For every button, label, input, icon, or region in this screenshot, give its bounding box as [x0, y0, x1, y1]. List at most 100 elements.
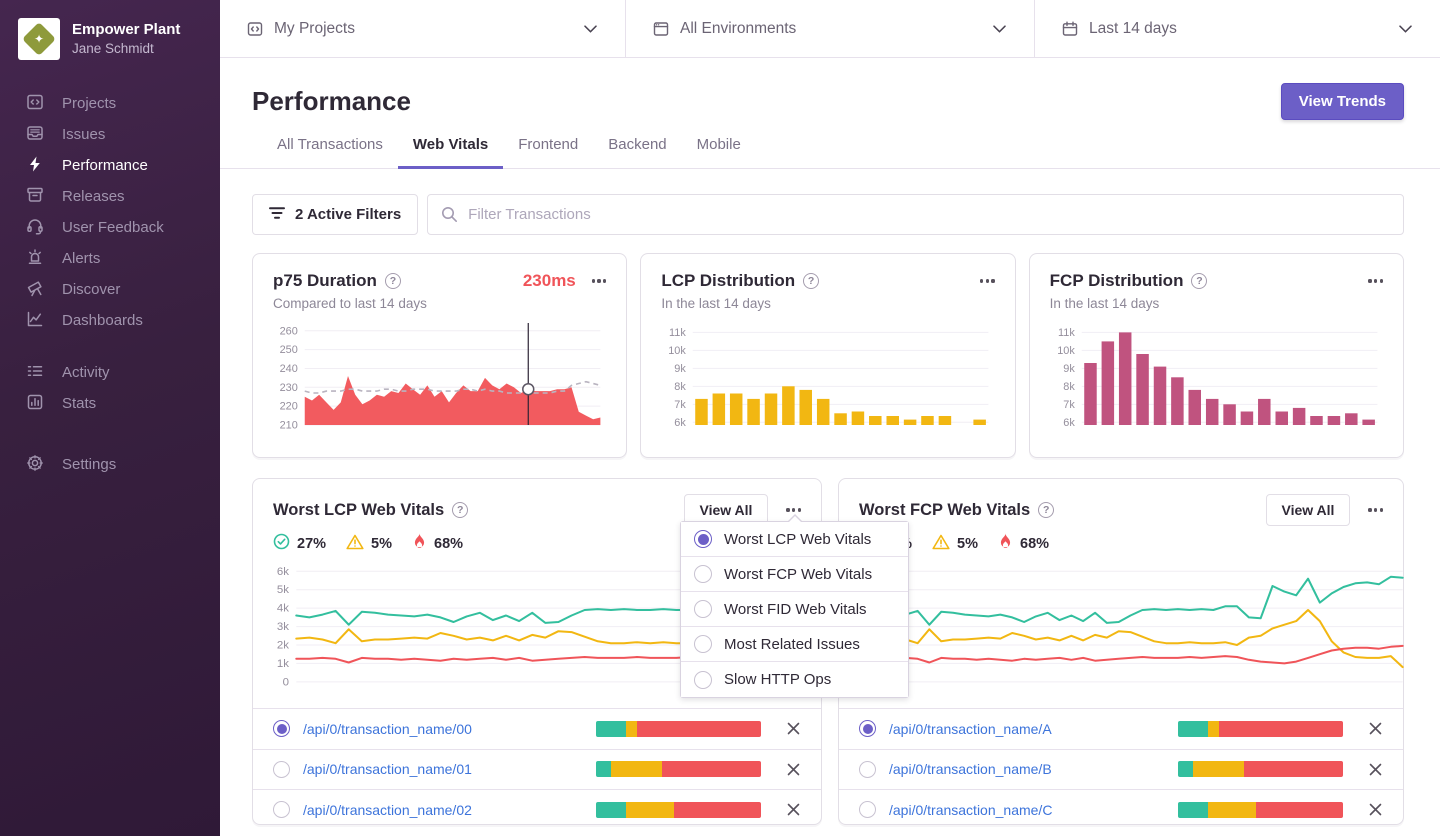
svg-text:8k: 8k	[1063, 381, 1075, 393]
poor-flame-icon	[412, 533, 427, 554]
svg-text:250: 250	[280, 344, 298, 356]
close-icon[interactable]	[786, 802, 801, 817]
page-title: Performance	[252, 86, 411, 117]
project-selector[interactable]: My Projects	[220, 0, 626, 57]
transaction-row: /api/0/transaction_name/B	[839, 749, 1403, 790]
calendar-icon	[1061, 20, 1079, 38]
p75-duration-chart: 260250240230220210	[273, 321, 606, 433]
help-icon[interactable]: ?	[385, 273, 401, 289]
date-range-selector[interactable]: Last 14 days	[1035, 0, 1440, 57]
chevron-down-icon	[1399, 25, 1412, 33]
environment-selector[interactable]: All Environments	[626, 0, 1035, 57]
global-filter-bar: My Projects All Environments Last 14 day…	[220, 0, 1440, 58]
active-filters-button[interactable]: 2 Active Filters	[252, 194, 418, 235]
performance-tabs: All Transactions Web Vitals Frontend Bac…	[220, 136, 1440, 169]
tab-frontend[interactable]: Frontend	[503, 136, 593, 168]
main-content: Performance View Trends All Transactions…	[220, 59, 1440, 836]
close-icon[interactable]	[1368, 721, 1383, 736]
transaction-link[interactable]: /api/0/transaction_name/00	[303, 721, 472, 737]
menu-option-worst-fid[interactable]: Worst FID Web Vitals	[681, 592, 908, 627]
transaction-radio[interactable]	[273, 761, 290, 778]
worst-fcp-card: Worst FCP Web Vitals? View All 27% 5% 68…	[838, 478, 1404, 825]
poor-pct: 68%	[1020, 536, 1049, 552]
svg-text:210: 210	[280, 419, 298, 431]
close-icon[interactable]	[786, 721, 801, 736]
view-all-button[interactable]: View All	[1266, 494, 1351, 526]
card-menu-button[interactable]	[592, 275, 607, 286]
sidebar-item-alerts[interactable]: Alerts	[0, 243, 220, 274]
close-icon[interactable]	[1368, 802, 1383, 817]
vitals-stack-bar	[596, 761, 761, 777]
sidebar-item-dashboards[interactable]: Dashboards	[0, 305, 220, 336]
transaction-radio[interactable]	[859, 720, 876, 737]
sidebar-item-activity[interactable]: Activity	[0, 357, 220, 388]
svg-text:11k: 11k	[669, 327, 686, 339]
sidebar-item-projects[interactable]: Projects	[0, 88, 220, 119]
help-icon[interactable]: ?	[1191, 273, 1207, 289]
sparkle-icon: ✦	[34, 33, 44, 45]
svg-text:7k: 7k	[675, 399, 687, 411]
tab-web-vitals[interactable]: Web Vitals	[398, 136, 503, 169]
stats-icon	[25, 392, 45, 416]
org-name: Empower Plant	[72, 21, 180, 40]
menu-option-slow-http-ops[interactable]: Slow HTTP Ops	[681, 662, 908, 697]
svg-text:9k: 9k	[1063, 363, 1075, 375]
help-icon[interactable]: ?	[452, 502, 468, 518]
transaction-row: /api/0/transaction_name/01	[253, 749, 821, 790]
tab-mobile[interactable]: Mobile	[682, 136, 756, 168]
svg-text:6k: 6k	[675, 417, 687, 429]
svg-text:4k: 4k	[277, 603, 289, 615]
sidebar-item-stats[interactable]: Stats	[0, 388, 220, 419]
card-menu-button[interactable]	[1368, 275, 1383, 286]
svg-text:10k: 10k	[1057, 345, 1075, 357]
poor-flame-icon	[998, 533, 1013, 554]
projects-icon	[25, 92, 45, 116]
meh-warning-icon	[932, 534, 950, 554]
meh-pct: 5%	[371, 536, 392, 552]
menu-option-most-related-issues[interactable]: Most Related Issues	[681, 627, 908, 662]
sidebar-item-releases[interactable]: Releases	[0, 181, 220, 212]
vitals-card-menu: Worst LCP Web Vitals Worst FCP Web Vital…	[680, 521, 909, 698]
close-icon[interactable]	[1368, 762, 1383, 777]
sidebar-item-settings[interactable]: Settings	[0, 449, 220, 480]
card-menu-button[interactable]	[1368, 504, 1383, 515]
transaction-row: /api/0/transaction_name/C	[839, 789, 1403, 830]
sidebar-item-issues[interactable]: Issues	[0, 119, 220, 150]
card-menu-button[interactable]	[980, 275, 995, 286]
search-input[interactable]	[427, 194, 1404, 235]
transaction-link[interactable]: /api/0/transaction_name/C	[889, 802, 1052, 818]
activity-icon	[25, 361, 45, 385]
help-icon[interactable]: ?	[1038, 502, 1054, 518]
transaction-radio[interactable]	[273, 720, 290, 737]
svg-text:11k: 11k	[1058, 327, 1075, 339]
svg-text:9k: 9k	[675, 363, 687, 375]
transaction-link[interactable]: /api/0/transaction_name/01	[303, 761, 472, 777]
p75-current-value: 230ms	[523, 271, 576, 291]
user-name: Jane Schmidt	[72, 40, 180, 58]
sidebar-item-discover[interactable]: Discover	[0, 274, 220, 305]
svg-text:6k: 6k	[1063, 417, 1075, 429]
user-feedback-icon	[25, 216, 45, 240]
settings-icon	[25, 453, 45, 477]
transaction-link[interactable]: /api/0/transaction_name/02	[303, 802, 472, 818]
close-icon[interactable]	[786, 762, 801, 777]
good-pct: 27%	[297, 536, 326, 552]
menu-option-worst-fcp[interactable]: Worst FCP Web Vitals	[681, 557, 908, 592]
chevron-down-icon	[584, 25, 597, 33]
svg-text:1k: 1k	[277, 658, 289, 670]
transaction-radio[interactable]	[859, 801, 876, 818]
transaction-link[interactable]: /api/0/transaction_name/A	[889, 721, 1052, 737]
sidebar-item-performance[interactable]: Performance	[0, 150, 220, 181]
tab-all-transactions[interactable]: All Transactions	[262, 136, 398, 168]
org-switcher[interactable]: ✦ Empower Plant Jane Schmidt	[0, 0, 220, 60]
transaction-radio[interactable]	[273, 801, 290, 818]
transaction-radio[interactable]	[859, 761, 876, 778]
p75-duration-card: p75 Duration? 230ms Compared to last 14 …	[252, 253, 627, 458]
help-icon[interactable]: ?	[803, 273, 819, 289]
view-trends-button[interactable]: View Trends	[1281, 83, 1404, 120]
svg-text:260: 260	[280, 325, 298, 337]
sidebar-item-user-feedback[interactable]: User Feedback	[0, 212, 220, 243]
transaction-link[interactable]: /api/0/transaction_name/B	[889, 761, 1052, 777]
tab-backend[interactable]: Backend	[593, 136, 681, 168]
menu-option-worst-lcp[interactable]: Worst LCP Web Vitals	[681, 522, 908, 557]
